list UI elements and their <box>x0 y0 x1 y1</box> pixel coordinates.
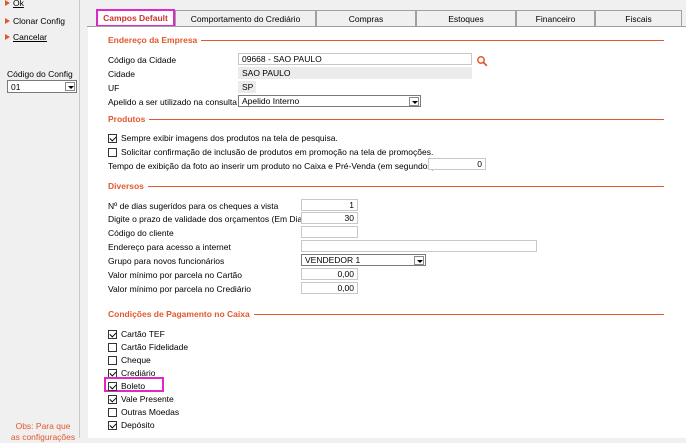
checkbox-icon[interactable] <box>108 133 117 143</box>
pagamento-label: Cartão Fidelidade <box>121 342 189 352</box>
chevron-down-icon[interactable] <box>65 82 75 91</box>
checkbox-icon[interactable] <box>108 407 117 417</box>
chevron-down-icon[interactable] <box>414 256 424 265</box>
dias-input[interactable]: 1 <box>301 199 358 211</box>
tab-financeiro[interactable]: Financeiro <box>516 10 595 26</box>
search-icon[interactable] <box>476 55 488 67</box>
pagamento-label: Cartão TEF <box>121 329 165 339</box>
pagamento-checkbox[interactable]: Outras Moedas <box>108 407 179 417</box>
apelido-value: Apelido Interno <box>242 96 300 106</box>
checkbox-icon[interactable] <box>108 394 117 404</box>
dias-value: 1 <box>349 200 354 210</box>
crediario-value: 0,00 <box>337 283 354 293</box>
prazo-input[interactable]: 30 <box>301 212 358 224</box>
ok-label: Ok <box>13 0 24 8</box>
cidade-label: Cidade <box>108 69 135 79</box>
cartao-input[interactable]: 0,00 <box>301 268 358 280</box>
checkbox-icon[interactable] <box>108 342 117 352</box>
section-endereco: Endereço da Empresa <box>108 35 664 45</box>
tab-campos-default[interactable]: Campos Default <box>96 9 175 27</box>
codigo-cidade-input[interactable]: 09668 - SAO PAULO <box>238 53 472 65</box>
tab-estoques[interactable]: Estoques <box>416 10 516 26</box>
produtos-opt2-checkbox[interactable]: Solicitar confirmação de inclusão de pro… <box>108 147 433 157</box>
checkbox-icon[interactable] <box>108 355 117 365</box>
codigo-config-label: Código do Config <box>7 69 73 79</box>
obs-note: Obs: Para que as configurações <box>10 421 76 442</box>
pagamento-checkbox[interactable]: Depósito <box>108 420 155 430</box>
endereco-internet-input[interactable] <box>301 240 537 252</box>
section-produtos: Produtos <box>108 114 664 124</box>
pagamento-label: Boleto <box>121 381 146 391</box>
uf-value: SP <box>242 82 254 92</box>
section-title-diversos: Diversos <box>108 181 148 191</box>
crediario-input[interactable]: 0,00 <box>301 282 358 294</box>
codigo-config-select[interactable]: 01 <box>7 80 77 93</box>
arrow-right-icon <box>5 18 10 24</box>
produtos-opt1-checkbox[interactable]: Sempre exibir imagens dos produtos na te… <box>108 133 338 143</box>
uf-field: SP <box>238 81 256 93</box>
tempo-value: 0 <box>477 159 482 169</box>
cancelar-button[interactable]: Cancelar <box>5 31 47 43</box>
apelido-label: Apelido a ser utilizado na consulta <box>108 97 237 107</box>
tempo-label: Tempo de exibição da foto ao inserir um … <box>108 161 437 171</box>
pagamento-checkbox[interactable]: Cheque <box>108 355 151 365</box>
tab-content: Endereço da Empresa Código da Cidade 096… <box>88 27 686 438</box>
tab-fiscais[interactable]: Fiscais <box>595 10 682 26</box>
section-title-produtos: Produtos <box>108 114 150 124</box>
endereco-internet-label: Endereço para acesso a internet <box>108 242 231 252</box>
crediario-label: Valor mínimo por parcela no Crediário <box>108 284 251 294</box>
clonar-config-button[interactable]: Clonar Config <box>5 15 65 27</box>
section-title-pagamento: Condições de Pagamento no Caixa <box>108 309 254 319</box>
pagamento-label: Vale Presente <box>121 394 174 404</box>
checkbox-icon[interactable] <box>108 381 117 391</box>
cliente-input[interactable] <box>301 226 358 238</box>
pagamento-label: Cheque <box>121 355 151 365</box>
section-pagamento: Condições de Pagamento no Caixa <box>108 309 664 319</box>
pagamento-label: Depósito <box>121 420 155 430</box>
grupo-value: VENDEDOR 1 <box>305 255 361 265</box>
checkbox-icon[interactable] <box>108 420 117 430</box>
cancelar-label: Cancelar <box>13 32 48 42</box>
codigo-cidade-label: Código da Cidade <box>108 55 177 65</box>
tempo-input[interactable]: 0 <box>428 158 486 170</box>
checkbox-icon[interactable] <box>108 329 117 339</box>
chevron-down-icon[interactable] <box>409 97 419 106</box>
produtos-opt1-label: Sempre exibir imagens dos produtos na te… <box>121 133 338 143</box>
arrow-right-icon <box>5 0 10 6</box>
grupo-label: Grupo para novos funcionários <box>108 256 225 266</box>
left-pane: Ok Clonar Config Cancelar Código do Conf… <box>0 0 80 442</box>
cidade-value: SAO PAULO <box>242 68 291 78</box>
grupo-select[interactable]: VENDEDOR 1 <box>301 254 426 266</box>
prazo-label: Digite o prazo de validade dos orçamento… <box>108 214 310 224</box>
cartao-label: Valor mínimo por parcela no Cartão <box>108 270 243 280</box>
codigo-cidade-value: 09668 - SAO PAULO <box>242 54 322 64</box>
codigo-config-value: 01 <box>11 82 21 92</box>
tab-bar: Campos Default Comportamento do Crediári… <box>87 9 686 27</box>
pagamento-label: Outras Moedas <box>121 407 180 417</box>
pagamento-checkbox[interactable]: Cartão TEF <box>108 329 165 339</box>
section-diversos: Diversos <box>108 181 664 191</box>
arrow-right-icon <box>5 34 10 40</box>
cliente-label: Código do cliente <box>108 228 174 238</box>
pagamento-checkbox[interactable]: Boleto <box>108 381 145 391</box>
tab-comportamento-crediario[interactable]: Comportamento do Crediário <box>175 10 316 26</box>
uf-label: UF <box>108 83 120 93</box>
prazo-value: 30 <box>344 213 354 223</box>
dias-label: Nº de dias sugeridos para os cheques a v… <box>108 201 279 211</box>
pagamento-checkbox[interactable]: Cartão Fidelidade <box>108 342 188 352</box>
clonar-config-label: Clonar Config <box>13 16 65 26</box>
ok-button[interactable]: Ok <box>5 0 24 9</box>
apelido-select[interactable]: Apelido Interno <box>238 95 421 107</box>
cidade-field: SAO PAULO <box>238 67 472 79</box>
pagamento-checkbox[interactable]: Vale Presente <box>108 394 174 404</box>
tab-compras[interactable]: Compras <box>316 10 416 26</box>
section-title-endereco: Endereço da Empresa <box>108 35 202 45</box>
checkbox-icon[interactable] <box>108 147 117 157</box>
cartao-value: 0,00 <box>337 269 354 279</box>
produtos-opt2-label: Solicitar confirmação de inclusão de pro… <box>121 147 434 157</box>
